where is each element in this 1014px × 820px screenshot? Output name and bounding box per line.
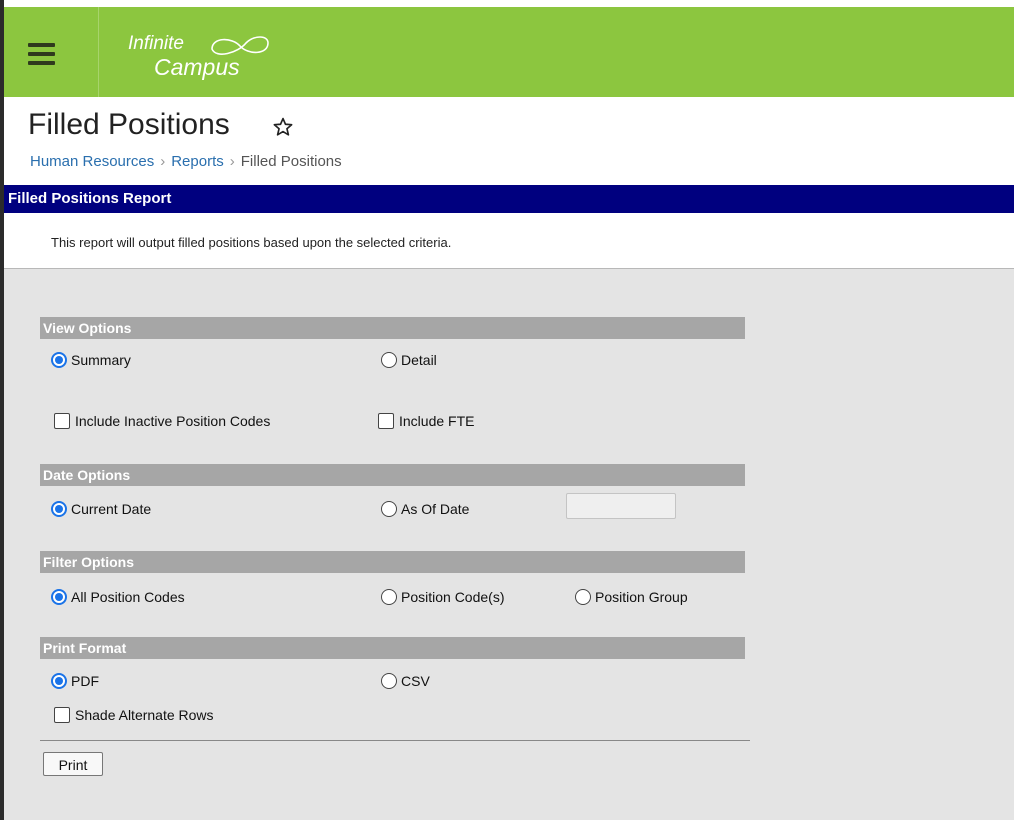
as-of-date-radio[interactable]: As Of Date xyxy=(381,501,469,517)
radio-unselected[interactable] xyxy=(381,352,397,368)
page-title: Filled Positions xyxy=(28,108,230,141)
view-options-header: View Options xyxy=(40,317,745,339)
filter-options-header: Filter Options xyxy=(40,551,745,573)
position-group-radio[interactable]: Position Group xyxy=(575,589,688,605)
position-codes-label: Position Code(s) xyxy=(401,589,505,605)
checkbox[interactable] xyxy=(54,707,70,723)
star-outline-icon[interactable] xyxy=(272,116,294,138)
position-group-label: Position Group xyxy=(595,589,688,605)
radio-selected[interactable] xyxy=(51,673,67,689)
radio-unselected[interactable] xyxy=(381,589,397,605)
as-of-date-input[interactable] xyxy=(566,493,676,519)
report-description: This report will output filled positions… xyxy=(51,235,452,250)
report-options-panel xyxy=(4,269,1014,820)
summary-label: Summary xyxy=(71,352,131,368)
current-date-label: Current Date xyxy=(71,501,152,517)
detail-radio[interactable]: Detail xyxy=(381,352,437,368)
shade-alternate-rows-checkbox[interactable]: Shade Alternate Rows xyxy=(54,707,214,723)
infinite-campus-logo[interactable]: Infinite Campus xyxy=(126,25,286,81)
filter-options-title: Filter Options xyxy=(43,554,134,570)
radio-selected[interactable] xyxy=(51,501,67,517)
infinity-loop-icon xyxy=(211,36,269,55)
print-button[interactable]: Print xyxy=(43,752,103,776)
checkbox[interactable] xyxy=(54,413,70,429)
report-header: Filled Positions Report xyxy=(4,185,1014,213)
radio-selected[interactable] xyxy=(51,589,67,605)
breadcrumb: Human Resources › Reports › Filled Positions xyxy=(30,153,342,170)
include-inactive-label: Include Inactive Position Codes xyxy=(75,413,271,429)
include-inactive-checkbox[interactable]: Include Inactive Position Codes xyxy=(54,413,270,429)
report-header-label: Filled Positions Report xyxy=(8,190,172,207)
checkbox[interactable] xyxy=(378,413,394,429)
radio-selected[interactable] xyxy=(51,352,67,368)
csv-radio[interactable]: CSV xyxy=(381,673,430,689)
breadcrumb-human-resources[interactable]: Human Resources xyxy=(30,153,154,170)
current-date-radio[interactable]: Current Date xyxy=(51,501,151,517)
pdf-label: PDF xyxy=(71,673,99,689)
radio-unselected[interactable] xyxy=(381,501,397,517)
hamburger-menu-icon[interactable] xyxy=(28,43,55,65)
chevron-right-icon: › xyxy=(229,153,235,170)
csv-label: CSV xyxy=(401,673,430,689)
all-position-codes-label: All Position Codes xyxy=(71,589,185,605)
shade-alternate-rows-label: Shade Alternate Rows xyxy=(75,707,214,723)
pdf-radio[interactable]: PDF xyxy=(51,673,99,689)
all-position-codes-radio[interactable]: All Position Codes xyxy=(51,589,185,605)
date-options-header: Date Options xyxy=(40,464,745,486)
date-options-title: Date Options xyxy=(43,467,131,483)
divider xyxy=(40,740,750,741)
header-divider xyxy=(98,7,99,97)
include-fte-checkbox[interactable]: Include FTE xyxy=(378,413,474,429)
chevron-right-icon: › xyxy=(160,153,166,170)
radio-unselected[interactable] xyxy=(381,673,397,689)
detail-label: Detail xyxy=(401,352,437,368)
summary-radio[interactable]: Summary xyxy=(51,352,131,368)
breadcrumb-current: Filled Positions xyxy=(240,153,342,170)
as-of-date-label: As Of Date xyxy=(401,501,470,517)
logo-text-line1: Infinite xyxy=(128,33,184,54)
top-margin xyxy=(0,0,1014,7)
radio-unselected[interactable] xyxy=(575,589,591,605)
view-options-title: View Options xyxy=(43,320,132,336)
print-format-header: Print Format xyxy=(40,637,745,659)
include-fte-label: Include FTE xyxy=(399,413,475,429)
breadcrumb-reports[interactable]: Reports xyxy=(171,153,224,170)
position-codes-radio[interactable]: Position Code(s) xyxy=(381,589,505,605)
app-header: Infinite Campus xyxy=(4,7,1014,97)
print-format-title: Print Format xyxy=(43,640,127,656)
